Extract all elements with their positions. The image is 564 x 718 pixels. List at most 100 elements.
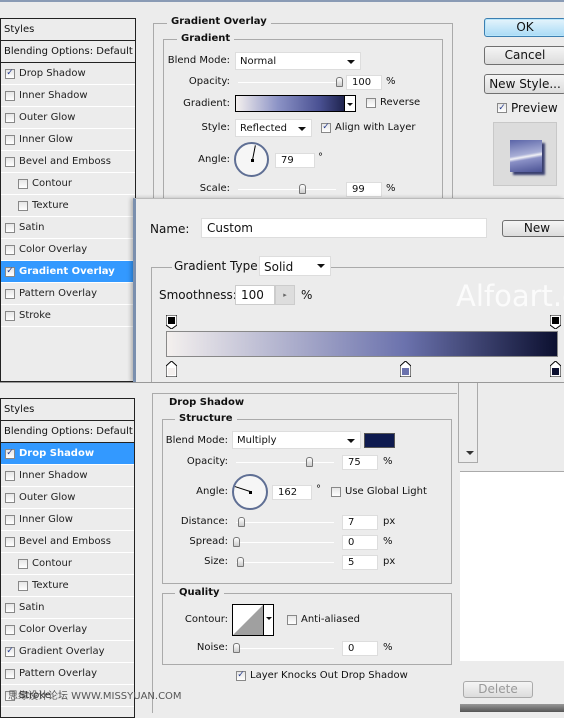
opacity-stops-track[interactable] (162, 314, 562, 330)
styles-header[interactable]: Styles (1, 19, 135, 41)
style-checkbox[interactable] (5, 310, 15, 321)
style-item-bevel-and-emboss[interactable]: Bevel and Emboss (1, 151, 135, 173)
preview-checkbox-row[interactable]: Preview (497, 101, 558, 115)
style-checkbox[interactable] (5, 156, 15, 167)
size-slider-thumb[interactable] (237, 557, 244, 567)
style-item-texture[interactable]: Texture (1, 575, 134, 597)
use-global-light-checkbox[interactable] (331, 486, 341, 497)
new-button[interactable]: New (502, 220, 564, 237)
smoothness-stepper[interactable]: ▸ (275, 285, 295, 305)
color-stop[interactable] (165, 360, 178, 378)
angle-input[interactable]: 162 (272, 485, 312, 500)
style-item-contour[interactable]: Contour (1, 553, 134, 575)
opacity-slider-thumb[interactable] (336, 77, 343, 87)
opacity-stop[interactable] (549, 314, 562, 330)
contour-dropdown-button[interactable] (263, 605, 273, 635)
blend-mode-select[interactable]: Normal (235, 52, 361, 70)
distance-slider[interactable] (236, 517, 334, 527)
gradient-picker[interactable] (235, 95, 356, 112)
noise-slider-thumb[interactable] (233, 643, 240, 653)
styles-header[interactable]: Styles (1, 399, 134, 421)
style-checkbox[interactable] (5, 470, 15, 481)
ok-button[interactable]: OK (484, 18, 564, 37)
style-checkbox[interactable] (5, 448, 15, 459)
anti-aliased-checkbox[interactable] (287, 614, 297, 625)
opacity-slider[interactable] (236, 457, 334, 467)
style-checkbox[interactable] (5, 222, 15, 233)
blending-options[interactable]: Blending Options: Default (1, 41, 135, 63)
size-slider[interactable] (236, 557, 334, 567)
style-checkbox[interactable] (5, 668, 15, 679)
angle-dial[interactable] (234, 142, 269, 177)
align-with-layer-checkbox[interactable] (321, 122, 331, 133)
delete-button[interactable]: Delete (463, 681, 533, 698)
color-stop[interactable] (549, 360, 562, 378)
opacity-input[interactable]: 75 (342, 455, 378, 470)
style-item-color-overlay[interactable]: Color Overlay (1, 239, 135, 261)
style-checkbox[interactable] (5, 602, 15, 613)
noise-input[interactable]: 0 (342, 641, 378, 656)
style-item-gradient-overlay[interactable]: Gradient Overlay (1, 641, 134, 663)
style-item-texture[interactable]: Texture (1, 195, 135, 217)
cancel-button[interactable]: Cancel (484, 46, 564, 65)
style-checkbox[interactable] (5, 112, 15, 123)
anti-aliased-row[interactable]: Anti-aliased (287, 614, 360, 625)
opacity-slider-thumb[interactable] (305, 457, 313, 467)
style-item-drop-shadow[interactable]: Drop Shadow (1, 443, 134, 465)
angle-dial[interactable] (232, 474, 268, 510)
color-stops-track[interactable] (162, 360, 562, 378)
style-item-stroke[interactable]: Stroke (1, 305, 135, 327)
reverse-checkbox-row[interactable]: Reverse (366, 97, 420, 108)
style-item-gradient-overlay[interactable]: Gradient Overlay (1, 261, 135, 283)
style-checkbox[interactable] (18, 558, 28, 569)
style-item-satin[interactable]: Satin (1, 217, 135, 239)
layer-knocks-out-checkbox[interactable] (236, 670, 246, 681)
style-checkbox[interactable] (5, 288, 15, 299)
style-checkbox[interactable] (5, 68, 15, 79)
align-with-layer-row[interactable]: Align with Layer (321, 122, 416, 133)
opacity-slider[interactable] (238, 77, 343, 87)
new-style-button[interactable]: New Style... (484, 74, 564, 94)
name-input[interactable]: Custom (201, 218, 487, 238)
style-item-bevel-and-emboss[interactable]: Bevel and Emboss (1, 531, 134, 553)
style-select[interactable]: Reflected (235, 119, 312, 137)
opacity-input[interactable]: 100 (346, 75, 382, 90)
size-input[interactable]: 5 (342, 555, 378, 570)
color-stop[interactable] (399, 360, 412, 378)
contour-picker[interactable] (232, 604, 274, 636)
style-checkbox[interactable] (5, 536, 15, 547)
scale-input[interactable]: 99 (346, 182, 382, 197)
style-checkbox[interactable] (5, 646, 15, 657)
style-item-pattern-overlay[interactable]: Pattern Overlay (1, 283, 135, 305)
reverse-checkbox[interactable] (366, 97, 376, 108)
shadow-color-swatch[interactable] (364, 433, 395, 448)
style-item-inner-glow[interactable]: Inner Glow (1, 129, 135, 151)
knockout-row[interactable]: Layer Knocks Out Drop Shadow (236, 670, 408, 681)
opacity-stop[interactable] (165, 314, 178, 330)
style-item-outer-glow[interactable]: Outer Glow (1, 107, 135, 129)
spread-slider-thumb[interactable] (233, 537, 240, 547)
style-checkbox[interactable] (18, 580, 28, 591)
style-item-outer-glow[interactable]: Outer Glow (1, 487, 134, 509)
style-item-pattern-overlay[interactable]: Pattern Overlay (1, 663, 134, 685)
noise-slider[interactable] (233, 643, 334, 653)
scale-slider-thumb[interactable] (298, 184, 306, 194)
gradient-type-select[interactable]: Solid (259, 256, 331, 276)
use-global-light-row[interactable]: Use Global Light (331, 486, 427, 497)
style-checkbox[interactable] (5, 90, 15, 101)
spread-input[interactable]: 0 (342, 535, 378, 550)
style-checkbox[interactable] (18, 178, 28, 189)
angle-input[interactable]: 79 (275, 153, 315, 168)
scale-slider[interactable] (238, 184, 336, 194)
style-checkbox[interactable] (5, 134, 15, 145)
distance-input[interactable]: 7 (342, 515, 378, 530)
style-item-inner-glow[interactable]: Inner Glow (1, 509, 134, 531)
style-item-satin[interactable]: Satin (1, 597, 134, 619)
preview-checkbox[interactable] (497, 103, 507, 113)
style-checkbox[interactable] (5, 266, 15, 277)
blend-mode-select[interactable]: Multiply (232, 431, 361, 449)
gradient-bar[interactable] (166, 331, 558, 357)
style-item-drop-shadow[interactable]: Drop Shadow (1, 63, 135, 85)
distance-slider-thumb[interactable] (238, 517, 245, 527)
style-item-inner-shadow[interactable]: Inner Shadow (1, 465, 134, 487)
